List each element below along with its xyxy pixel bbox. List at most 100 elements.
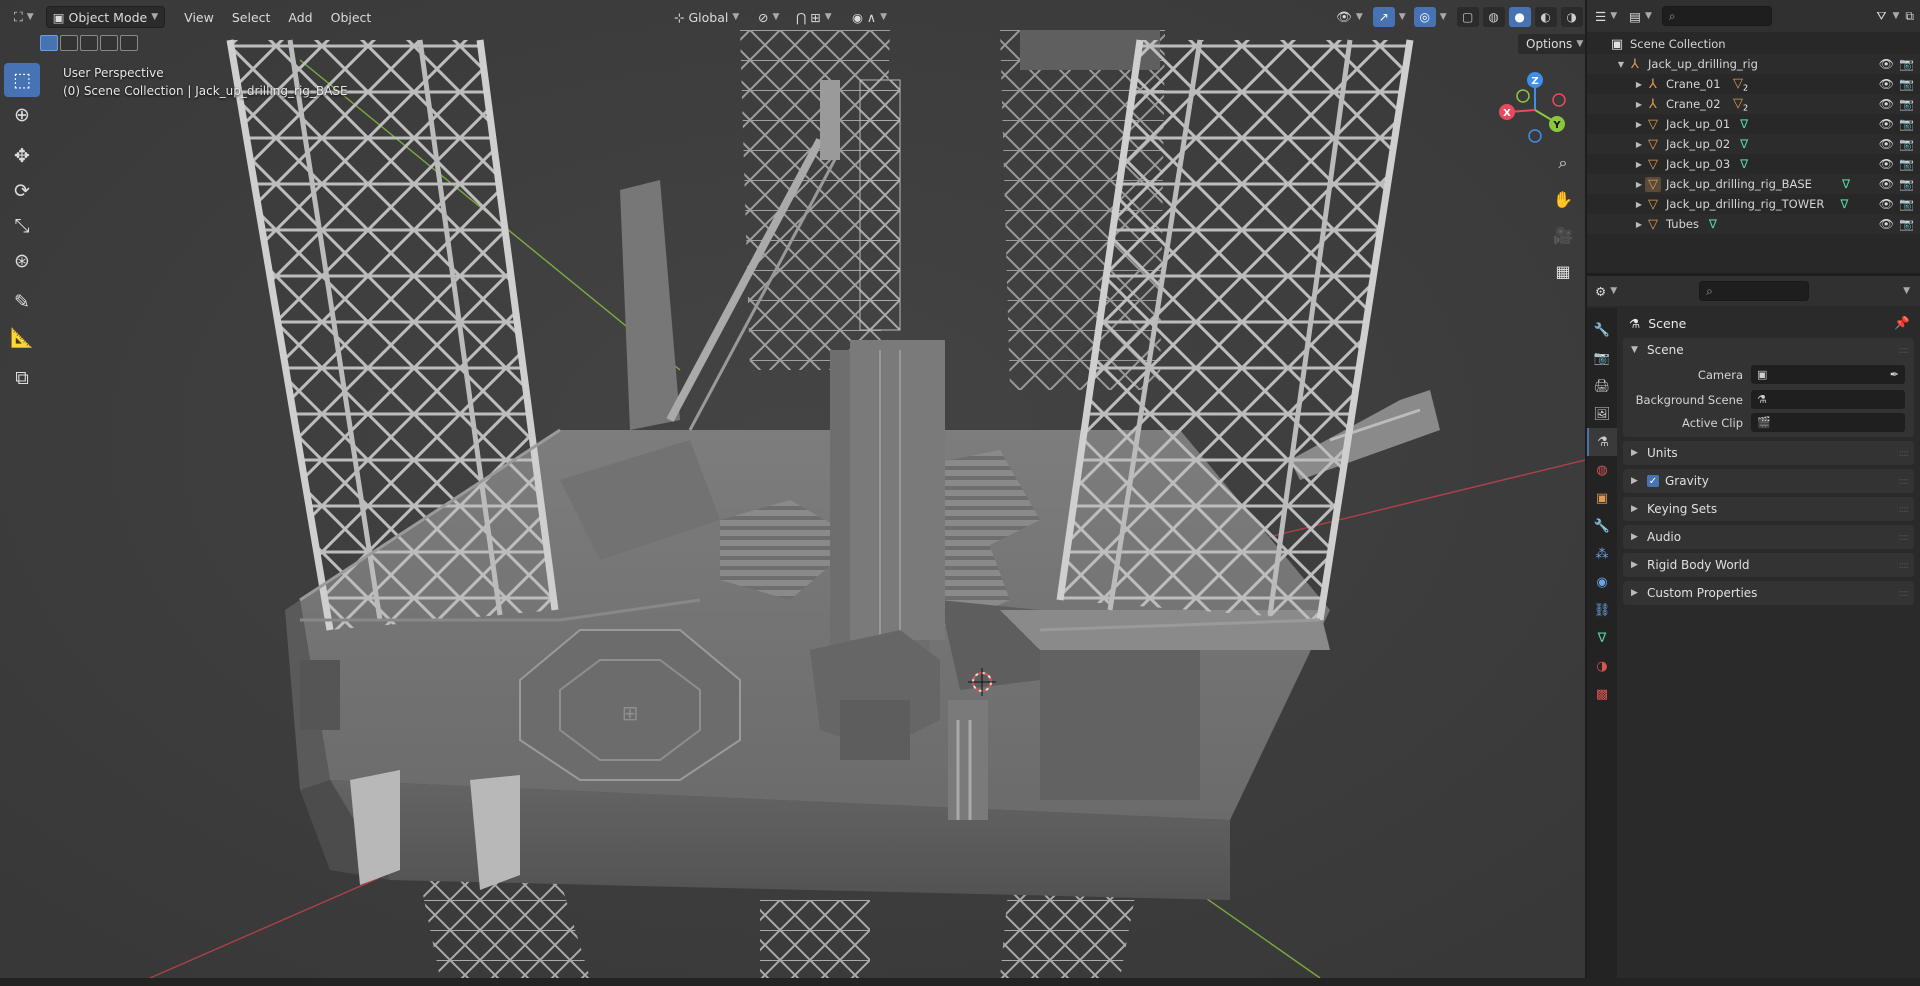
outliner-row-collection[interactable]: ▼ ⅄ Jack_up_drilling_rig 👁 📷 (1587, 54, 1920, 74)
units-panel-header[interactable]: ▶ Units :::: (1623, 441, 1914, 465)
outliner-row-jack-up-03[interactable]: ▶ ▽ Jack_up_03 ∇ 👁 📷 (1587, 154, 1920, 174)
expand-arrow-icon[interactable]: ▶ (1633, 200, 1645, 209)
overlays-toggle[interactable]: ◎ (1413, 7, 1436, 27)
drag-grip-icon[interactable]: :::: (1899, 504, 1910, 515)
outliner-editor-type[interactable]: ☰ ▼ (1593, 5, 1619, 27)
data-tab-icon[interactable]: ∇ (1587, 624, 1617, 652)
expand-arrow-icon[interactable]: ▶ (1633, 180, 1645, 189)
select-invert-icon[interactable] (100, 35, 118, 51)
outliner-row-crane-02[interactable]: ▶ ⅄ Crane_02 ▽2 👁 📷 (1587, 94, 1920, 114)
view-layer-tab-icon[interactable]: 🖼 (1587, 400, 1617, 428)
drag-grip-icon[interactable]: :::: (1899, 588, 1910, 599)
drag-grip-icon[interactable]: :::: (1899, 560, 1910, 571)
eyedropper-icon[interactable]: ✒ (1890, 368, 1899, 381)
camera-render-icon[interactable]: 📷 (1899, 197, 1914, 211)
constraints-tab-icon[interactable]: ⛓ (1587, 596, 1617, 624)
expand-arrow-icon[interactable]: ▶ (1633, 220, 1645, 229)
proportional-edit-toggle[interactable]: ◉ ∧ ▼ (846, 6, 893, 28)
drag-grip-icon[interactable]: :::: (1899, 345, 1910, 356)
custom-properties-panel-header[interactable]: ▶ Custom Properties :::: (1623, 581, 1914, 605)
gizmo-neg-z[interactable] (1528, 129, 1542, 143)
scene-tab-icon[interactable]: ⚗ (1587, 428, 1617, 456)
add-cube-icon[interactable]: ⧉ (4, 361, 40, 395)
mode-select[interactable]: ▣ Object Mode ▼ (45, 6, 166, 28)
zoom-icon[interactable]: ⌕ (1550, 150, 1576, 176)
shading-material[interactable]: ◐ (1534, 7, 1557, 27)
pan-hand-icon[interactable]: ✋ (1550, 186, 1576, 212)
eye-icon[interactable]: 👁 (1879, 177, 1894, 191)
menu-add[interactable]: Add (279, 6, 321, 28)
keying-sets-panel-header[interactable]: ▶ Keying Sets :::: (1623, 497, 1914, 521)
display-mode-button[interactable]: ▤ ▼ (1627, 5, 1654, 27)
rigid-body-world-panel-header[interactable]: ▶ Rigid Body World :::: (1623, 553, 1914, 577)
drag-grip-icon[interactable]: :::: (1899, 532, 1910, 543)
options-button[interactable]: Options ▼ (1518, 34, 1585, 54)
camera-render-icon[interactable]: 📷 (1899, 57, 1914, 71)
outliner-row-jack-up-01[interactable]: ▶ ▽ Jack_up_01 ∇ 👁 📷 (1587, 114, 1920, 134)
camera-render-icon[interactable]: 📷 (1899, 97, 1914, 111)
cursor-icon[interactable]: ⊕ (4, 98, 40, 132)
drag-grip-icon[interactable]: :::: (1899, 476, 1910, 487)
gravity-checkbox[interactable]: ✓ (1647, 475, 1659, 487)
eye-icon[interactable]: 👁 (1879, 97, 1894, 111)
select-intersect-icon[interactable] (120, 35, 138, 51)
modifier-tab-icon[interactable]: 🔧 (1587, 512, 1617, 540)
render-tab-icon[interactable]: 📷 (1587, 344, 1617, 372)
camera-field[interactable]: ▣ ✒ (1751, 365, 1905, 384)
pin-icon[interactable]: 📌 (1894, 315, 1910, 331)
material-tab-icon[interactable]: ◑ (1587, 652, 1617, 680)
eye-icon[interactable]: 👁 (1879, 157, 1894, 171)
filter-icon[interactable]: ⛛ (1876, 9, 1886, 24)
properties-editor-type[interactable]: ⚙ ▼ (1593, 280, 1619, 302)
outliner-row-jack-up-02[interactable]: ▶ ▽ Jack_up_02 ∇ 👁 📷 (1587, 134, 1920, 154)
physics-tab-icon[interactable]: ◉ (1587, 568, 1617, 596)
expand-arrow-icon[interactable]: ▼ (1615, 60, 1627, 69)
gizmo-neg-x[interactable] (1552, 93, 1566, 107)
outliner-row-rig-base[interactable]: ▶ ▽ Jack_up_drilling_rig_BASE ∇ 👁 📷 (1587, 174, 1920, 194)
select-subtract-icon[interactable] (80, 35, 98, 51)
select-extend-icon[interactable] (60, 35, 78, 51)
camera-render-icon[interactable]: 📷 (1899, 157, 1914, 171)
camera-render-icon[interactable]: 📷 (1899, 217, 1914, 231)
transform-icon[interactable]: ⊛ (4, 244, 40, 278)
eye-icon[interactable]: 👁 (1879, 217, 1894, 231)
camera-render-icon[interactable]: 📷 (1899, 177, 1914, 191)
visibility-button[interactable]: 👁 ▼ (1330, 6, 1369, 28)
object-tab-icon[interactable]: ▣ (1587, 484, 1617, 512)
editor-type-button[interactable]: ⛶ ▼ (8, 6, 40, 28)
camera-render-icon[interactable]: 📷 (1899, 117, 1914, 131)
outliner-row-scene-collection[interactable]: ▣ Scene Collection (1587, 34, 1920, 54)
eye-icon[interactable]: 👁 (1879, 137, 1894, 151)
particles-tab-icon[interactable]: ⁂ (1587, 540, 1617, 568)
expand-arrow-icon[interactable]: ▶ (1633, 140, 1645, 149)
xray-toggle[interactable]: ▢ (1456, 7, 1479, 27)
expand-arrow-icon[interactable]: ▶ (1633, 160, 1645, 169)
texture-tab-icon[interactable]: ▩ (1587, 680, 1617, 708)
menu-view[interactable]: View (175, 6, 223, 28)
world-tab-icon[interactable]: ◍ (1587, 456, 1617, 484)
scene-panel-header[interactable]: ▼ Scene :::: (1623, 338, 1914, 362)
menu-object[interactable]: Object (322, 6, 381, 28)
background-scene-field[interactable]: ⚗ (1751, 390, 1905, 409)
output-tab-icon[interactable]: 🖨 (1587, 372, 1617, 400)
audio-panel-header[interactable]: ▶ Audio :::: (1623, 525, 1914, 549)
gizmo-neg-y[interactable] (1516, 89, 1530, 103)
shading-wireframe[interactable]: ◍ (1482, 7, 1505, 27)
shading-solid[interactable]: ● (1508, 7, 1531, 27)
eye-icon[interactable]: 👁 (1879, 117, 1894, 131)
tool-tab-icon[interactable]: 🔧 (1587, 316, 1617, 344)
camera-render-icon[interactable]: 📷 (1899, 77, 1914, 91)
active-clip-field[interactable]: 🎬 (1751, 413, 1905, 432)
ortho-grid-icon[interactable]: ▦ (1550, 258, 1576, 284)
drag-grip-icon[interactable]: :::: (1899, 448, 1910, 459)
outliner-row-rig-tower[interactable]: ▶ ▽ Jack_up_drilling_rig_TOWER ∇ 👁 📷 (1587, 194, 1920, 214)
gravity-panel-header[interactable]: ▶ ✓ Gravity :::: (1623, 469, 1914, 493)
rotate-icon[interactable]: ⟳ (4, 174, 40, 208)
outliner-row-crane-01[interactable]: ▶ ⅄ Crane_01 ▽2 👁 📷 (1587, 74, 1920, 94)
properties-search-input[interactable]: ⌕ (1699, 281, 1810, 301)
measure-icon[interactable]: 📐 (4, 320, 40, 354)
eye-icon[interactable]: 👁 (1879, 57, 1894, 71)
new-collection-icon[interactable]: ⧉ (1905, 9, 1914, 24)
camera-render-icon[interactable]: 📷 (1899, 137, 1914, 151)
pivot-point-button[interactable]: ⊘ ▼ (752, 6, 785, 28)
